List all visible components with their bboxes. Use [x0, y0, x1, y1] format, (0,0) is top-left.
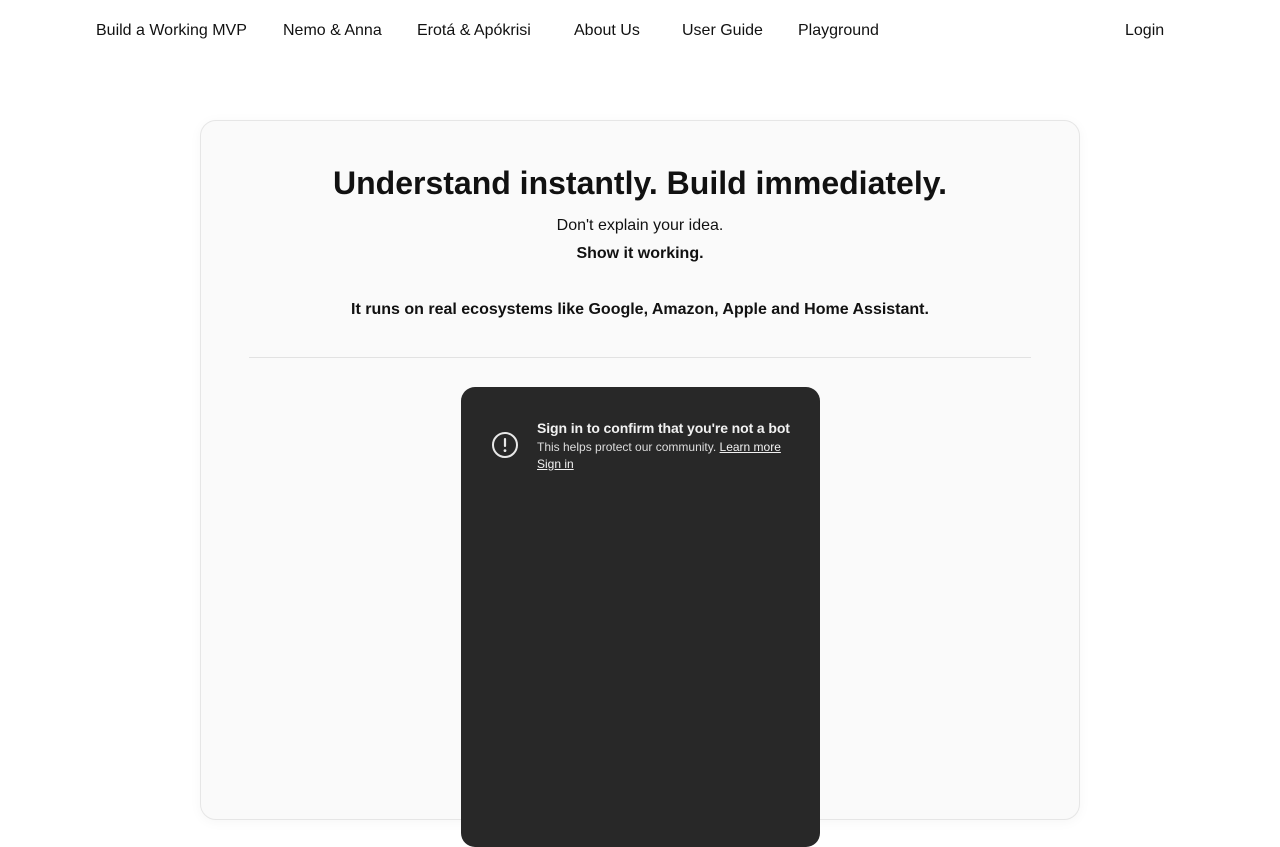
alert-circle-icon	[491, 431, 519, 459]
top-navigation: Build a Working MVP Nemo & Anna Erotá & …	[0, 0, 1280, 64]
hero-subline-show: Show it working.	[576, 245, 704, 262]
video-sign-in-link[interactable]: Sign in	[537, 456, 574, 472]
video-signin-body-text: This helps protect our community.	[537, 440, 717, 454]
learn-more-link[interactable]: Learn more	[720, 440, 781, 454]
nav-item-user-guide[interactable]: User Guide	[682, 21, 763, 41]
divider	[249, 357, 1031, 358]
nav-item-playground[interactable]: Playground	[798, 21, 879, 41]
video-signin-body: This helps protect our community. Learn …	[537, 439, 781, 455]
login-link[interactable]: Login	[1125, 21, 1164, 41]
video-signin-title: Sign in to confirm that you're not a bot	[537, 420, 790, 436]
hero-headline: Understand instantly. Build immediately.	[332, 165, 948, 201]
hero-card: Understand instantly. Build immediately.…	[200, 120, 1080, 847]
nav-item-build-mvp[interactable]: Build a Working MVP	[96, 21, 247, 41]
hero-ecosystems-line: It runs on real ecosystems like Google, …	[351, 301, 929, 318]
nav-item-nemo-anna[interactable]: Nemo & Anna	[283, 21, 382, 41]
nav-item-about-us[interactable]: About Us	[574, 21, 640, 41]
hero-subline-explain: Don't explain your idea.	[556, 217, 724, 234]
nav-item-erota-apokrisi[interactable]: Erotá & Apókrisi	[417, 21, 531, 41]
embedded-video-player[interactable]: Sign in to confirm that you're not a bot…	[461, 387, 820, 847]
